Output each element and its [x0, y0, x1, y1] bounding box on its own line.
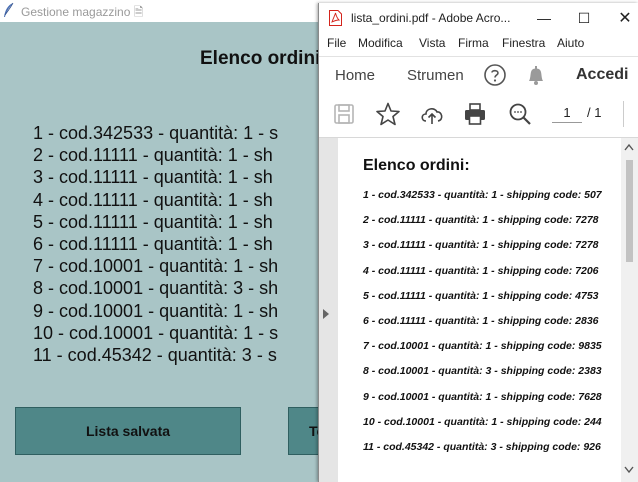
order-row: 4 - cod.11111 - quantità: 1 - sh: [33, 189, 273, 210]
order-row: 5 - cod.11111 - quantità: 1 - sh: [33, 211, 273, 232]
pdf-order-line: 1 - cod.342533 - quantità: 1 - shipping …: [363, 189, 602, 201]
order-row: 6 - cod.11111 - quantità: 1 - sh: [33, 233, 273, 254]
page-total-label: / 1: [587, 105, 602, 120]
zoom-search-icon[interactable]: [507, 101, 533, 127]
close-button[interactable]: ✕: [610, 7, 638, 29]
pdf-file-icon: [329, 10, 342, 26]
sign-in-link[interactable]: Accedi: [576, 66, 628, 84]
close-icon: ✕: [618, 10, 632, 27]
expand-left-pane-icon[interactable]: [322, 308, 330, 320]
pdf-order-line: 5 - cod.11111 - quantità: 1 - shipping c…: [363, 289, 599, 302]
toolbar-divider: [623, 101, 624, 127]
tab-tools[interactable]: Strumen: [407, 67, 464, 84]
maximize-button[interactable]: ☐: [569, 7, 599, 29]
order-row: 3 - cod.11111 - quantità: 1 - sh: [33, 167, 273, 188]
star-icon[interactable]: [375, 101, 401, 127]
saved-list-button[interactable]: Lista salvata: [15, 407, 241, 455]
menu-firma[interactable]: Firma: [458, 36, 489, 50]
orders-list: 1 - cod.342533 - quantità: 1 - s 2 - cod…: [33, 122, 278, 366]
pdf-order-line: 10 - cod.10001 - quantità: 1 - shipping …: [363, 415, 602, 428]
order-row: 2 - cod.11111 - quantità: 1 - sh: [33, 145, 273, 166]
menu-file[interactable]: File: [327, 36, 346, 50]
minimize-button[interactable]: —: [529, 7, 559, 29]
save-icon[interactable]: [331, 101, 357, 127]
bell-icon[interactable]: [525, 63, 547, 87]
acrobat-titlebar[interactable]: lista_ordini.pdf - Adobe Acro... — ☐ ✕: [319, 3, 638, 33]
pdf-order-line: 3 - cod.11111 - quantità: 1 - shipping c…: [363, 239, 599, 252]
tab-home[interactable]: Home: [335, 67, 375, 84]
menu-modifica[interactable]: Modifica: [358, 36, 403, 50]
scrollbar-thumb[interactable]: [626, 160, 633, 262]
help-icon[interactable]: [483, 63, 507, 87]
menu-finestra[interactable]: Finestra: [502, 36, 545, 50]
order-row: 8 - cod.10001 - quantità: 3 - sh: [33, 278, 279, 299]
scroll-down-icon[interactable]: [624, 466, 634, 474]
acrobat-tab-bar: Home Strumen Accedi: [319, 56, 638, 94]
vertical-scrollbar[interactable]: [621, 138, 638, 482]
order-row: 10 - cod.10001 - quantità: 1 - s: [33, 322, 279, 343]
pdf-order-line: 7 - cod.10001 - quantità: 1 - shipping c…: [363, 340, 602, 353]
order-row: 1 - cod.342533 - quantità: 1 - s: [33, 123, 279, 143]
cloud-upload-icon[interactable]: [419, 101, 445, 127]
document-area: Elenco ordini: 1 - cod.342533 - quantità…: [319, 138, 638, 482]
pdf-order-line: 6 - cod.11111 - quantità: 1 - shipping c…: [363, 314, 599, 327]
minimize-icon: —: [537, 10, 551, 26]
pdf-orders-list: 1 - cod.342533 - quantità: 1 - shipping …: [363, 188, 602, 465]
scroll-up-icon[interactable]: [624, 143, 634, 151]
acrobat-window-title: lista_ordini.pdf - Adobe Acro...: [351, 11, 511, 25]
print-icon[interactable]: [462, 101, 488, 127]
order-row: 9 - cod.10001 - quantità: 1 - sh: [33, 300, 279, 321]
acrobat-toolbar: / 1: [319, 93, 638, 138]
pdf-order-line: 8 - cod.10001 - quantità: 3 - shipping c…: [363, 365, 602, 378]
pdf-page: Elenco ordini: 1 - cod.342533 - quantità…: [338, 138, 621, 482]
menu-vista[interactable]: Vista: [419, 36, 445, 50]
pdf-order-line: 11 - cod.45342 - quantità: 3 - shipping …: [363, 440, 601, 453]
menu-bar: File Modifica Vista Firma Finestra Aiuto: [319, 36, 638, 54]
pdf-heading: Elenco ordini:: [363, 157, 470, 174]
background-window-title: Gestione magazzino 🗎: [21, 5, 144, 19]
pdf-order-line: 9 - cod.10001 - quantità: 1 - shipping c…: [363, 390, 602, 403]
order-row: 7 - cod.10001 - quantità: 1 - sh: [33, 256, 279, 277]
pdf-order-line: 2 - cod.11111 - quantità: 1 - shipping c…: [363, 214, 599, 227]
menu-aiuto[interactable]: Aiuto: [557, 36, 584, 50]
maximize-icon: ☐: [577, 9, 591, 26]
acrobat-window: lista_ordini.pdf - Adobe Acro... — ☐ ✕ F…: [318, 3, 638, 482]
page-number-input[interactable]: [552, 102, 582, 123]
order-row: 11 - cod.45342 - quantità: 3 - s: [33, 344, 277, 365]
orders-heading: Elenco ordini: [200, 48, 321, 69]
pdf-order-line: 4 - cod.11111 - quantità: 1 - shipping c…: [363, 264, 599, 277]
feather-icon: [4, 2, 14, 17]
